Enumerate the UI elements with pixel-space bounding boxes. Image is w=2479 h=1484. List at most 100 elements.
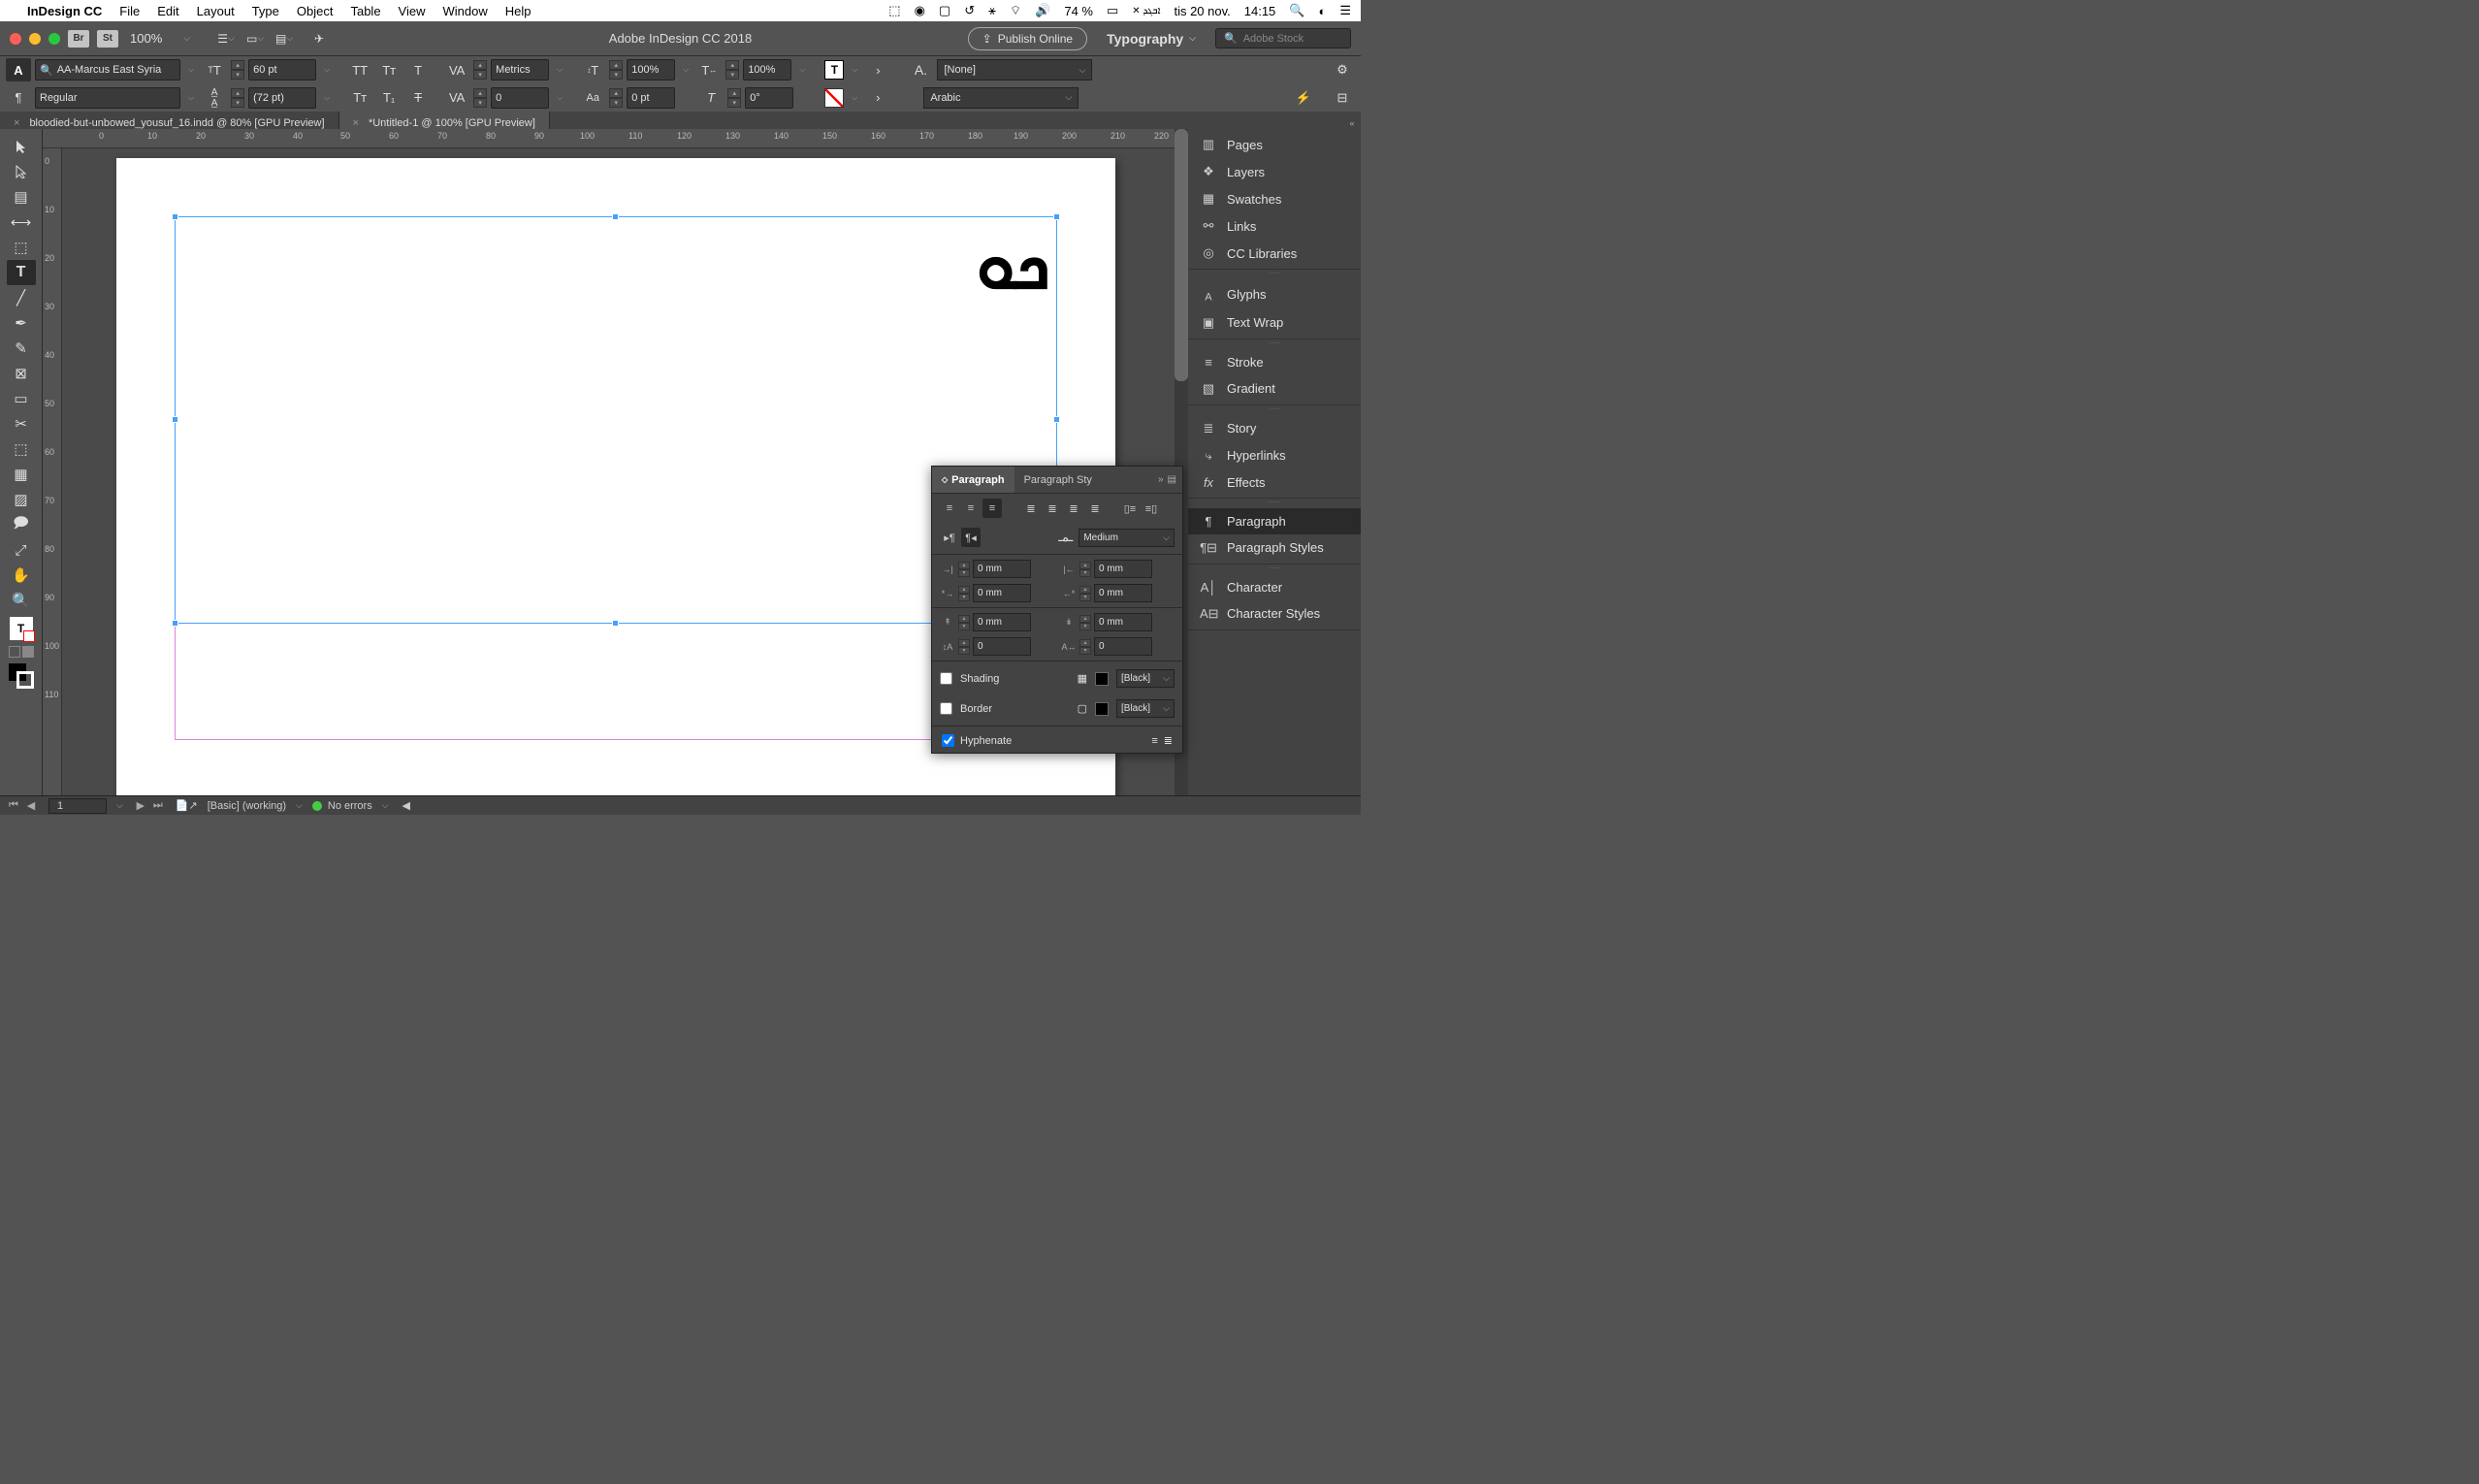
menu-help[interactable]: Help <box>505 4 531 18</box>
shading-settings-icon[interactable]: ▦ <box>1078 672 1087 685</box>
page-number-field[interactable]: 1 <box>48 798 107 814</box>
border-swatch[interactable] <box>1095 702 1109 716</box>
menu-type[interactable]: Type <box>252 4 279 18</box>
font-size-field[interactable]: 60 pt <box>248 59 316 81</box>
skew-field[interactable]: 0° <box>745 87 793 109</box>
font-size-stepper[interactable]: ▴▾ <box>231 60 244 80</box>
menu-layout[interactable]: Layout <box>197 4 235 18</box>
page-tool[interactable]: ▤ <box>7 184 36 210</box>
smallcaps-icon[interactable]: Tᴛ <box>376 58 402 81</box>
open-pages-panel-icon[interactable]: 📄↗ <box>176 799 198 812</box>
stroke-dropdown[interactable]: ⌵ <box>848 93 861 103</box>
gradient-swatch-tool[interactable]: ▦ <box>7 462 36 487</box>
fill-color-icon[interactable]: T <box>824 60 844 80</box>
panel-story[interactable]: ≣Story <box>1188 415 1361 442</box>
justify-right[interactable]: ≣ <box>1064 499 1083 518</box>
first-indent-stepper[interactable]: ▴▾ <box>958 586 970 601</box>
gpu-icon[interactable]: ✈ <box>308 29 330 48</box>
page-dropdown[interactable]: ⌵ <box>116 800 123 811</box>
panel-divider[interactable] <box>1188 339 1361 347</box>
bluetooth-icon[interactable]: ⚹ <box>988 3 996 18</box>
menu-icon[interactable]: ⊟ <box>1330 86 1355 110</box>
para-dir-ltr[interactable]: ▸¶ <box>940 528 959 547</box>
frame-handle[interactable] <box>612 213 619 220</box>
close-tab-icon[interactable]: × <box>14 117 19 129</box>
leading-field[interactable]: (72 pt) <box>248 87 316 109</box>
panel-divider[interactable] <box>1188 270 1361 277</box>
view-options-icon[interactable]: ☰ ⌵ <box>215 29 237 48</box>
panel-settings-icon[interactable]: ⚙ <box>1330 58 1355 81</box>
direct-selection-tool[interactable] <box>7 159 36 184</box>
menu-view[interactable]: View <box>399 4 426 18</box>
spotlight-icon[interactable]: 🔍 <box>1289 3 1304 18</box>
zoom-tool[interactable]: 🔍 <box>7 588 36 613</box>
type-tool[interactable]: T <box>7 260 36 285</box>
dropbox-icon[interactable]: ⬚ <box>888 3 900 18</box>
baseline-field[interactable]: 0 pt <box>627 87 675 109</box>
para-dir-rtl[interactable]: ¶◂ <box>961 528 981 547</box>
next-page-button[interactable]: ▶ <box>133 799 148 812</box>
selection-tool[interactable] <box>7 134 36 159</box>
app-name[interactable]: InDesign CC <box>27 4 102 18</box>
shading-checkbox[interactable] <box>940 672 952 685</box>
tracking-stepper[interactable]: ▴▾ <box>473 88 487 108</box>
right-indent-stepper[interactable]: ▴▾ <box>1079 562 1091 577</box>
paragraph-tab[interactable]: ◇Paragraph <box>932 467 1014 493</box>
panel-gradient[interactable]: ▧Gradient <box>1188 375 1361 403</box>
gradient-feather-tool[interactable]: ▨ <box>7 487 36 512</box>
fill-stroke-swatch[interactable] <box>9 663 34 689</box>
stock-button[interactable]: St <box>97 30 118 48</box>
justify-left[interactable]: ≣ <box>1021 499 1041 518</box>
left-indent-field[interactable] <box>973 560 1031 578</box>
last-indent-stepper[interactable]: ▴▾ <box>1079 586 1091 601</box>
window-zoom[interactable] <box>48 33 60 45</box>
fill-dropdown[interactable]: ⌵ <box>848 65 861 75</box>
dropcap-chars-field[interactable] <box>1094 637 1152 656</box>
frame-handle[interactable] <box>172 620 178 627</box>
last-page-button[interactable]: ⏭ <box>150 799 166 812</box>
panel-swatches[interactable]: ▦Swatches <box>1188 185 1361 212</box>
paragraph-mode-icon[interactable]: ¶ <box>6 86 31 110</box>
airplay-icon[interactable]: ▢ <box>939 3 950 18</box>
dropcap-lines-field[interactable] <box>973 637 1031 656</box>
timemachine-icon[interactable]: ↺ <box>964 3 975 18</box>
strikethrough-icon[interactable]: T <box>405 86 431 110</box>
space-before-stepper[interactable]: ▴▾ <box>958 615 970 630</box>
hscale-dropdown[interactable]: ⌵ <box>795 65 809 75</box>
errors-nav-icon[interactable]: ◀ <box>402 799 410 812</box>
scrollbar-thumb[interactable] <box>1175 129 1188 381</box>
align-grid-none-icon[interactable]: ≡ <box>1151 735 1157 747</box>
arrange-icon[interactable]: ▤ ⌵ <box>274 29 295 48</box>
panel-effects[interactable]: fxEffects <box>1188 469 1361 496</box>
close-tab-icon[interactable]: × <box>353 117 359 129</box>
hscale-stepper[interactable]: ▴▾ <box>725 60 739 80</box>
border-color-select[interactable]: [Black]⌵ <box>1116 699 1175 718</box>
baseline-stepper[interactable]: ▴▾ <box>609 88 623 108</box>
frame-handle[interactable] <box>172 213 178 220</box>
note-tool[interactable]: 🗩 <box>7 512 36 537</box>
adobe-stock-search[interactable]: 🔍 Adobe Stock <box>1215 28 1351 48</box>
preflight-dropdown[interactable]: ⌵ <box>296 800 303 811</box>
paragraph-styles-tab[interactable]: Paragraph Sty <box>1014 467 1102 493</box>
panel-text-wrap[interactable]: ▣Text Wrap <box>1188 309 1361 337</box>
apply-formatting-icon[interactable]: T <box>10 617 33 640</box>
text-content[interactable]: ܟܘ <box>977 225 1050 306</box>
space-before-field[interactable] <box>973 613 1031 631</box>
cc-sync-icon[interactable]: ◉ <box>915 3 925 18</box>
border-checkbox[interactable] <box>940 702 952 715</box>
font-dropdown-icon[interactable]: ⌵ <box>184 65 198 75</box>
kerning-field[interactable]: Metrics <box>491 59 549 81</box>
panel-hyperlinks[interactable]: ⤷Hyperlinks <box>1188 442 1361 469</box>
superscript-group-icon[interactable]: T <box>405 58 431 81</box>
leading-stepper[interactable]: ▴▾ <box>231 88 244 108</box>
zoom-level[interactable]: 100% <box>126 29 176 48</box>
hscale-field[interactable]: 100% <box>743 59 791 81</box>
hand-tool[interactable]: ✋ <box>7 563 36 588</box>
panel-glyphs[interactable]: AGlyphs <box>1188 279 1361 309</box>
justify-center[interactable]: ≣ <box>1043 499 1062 518</box>
panel-menu-icon[interactable]: ▤ <box>1168 474 1176 485</box>
free-transform-tool[interactable]: ⬚ <box>7 436 36 462</box>
panel-paragraph[interactable]: ¶Paragraph <box>1188 508 1361 534</box>
menu-edit[interactable]: Edit <box>157 4 178 18</box>
time-label[interactable]: 14:15 <box>1244 4 1276 18</box>
